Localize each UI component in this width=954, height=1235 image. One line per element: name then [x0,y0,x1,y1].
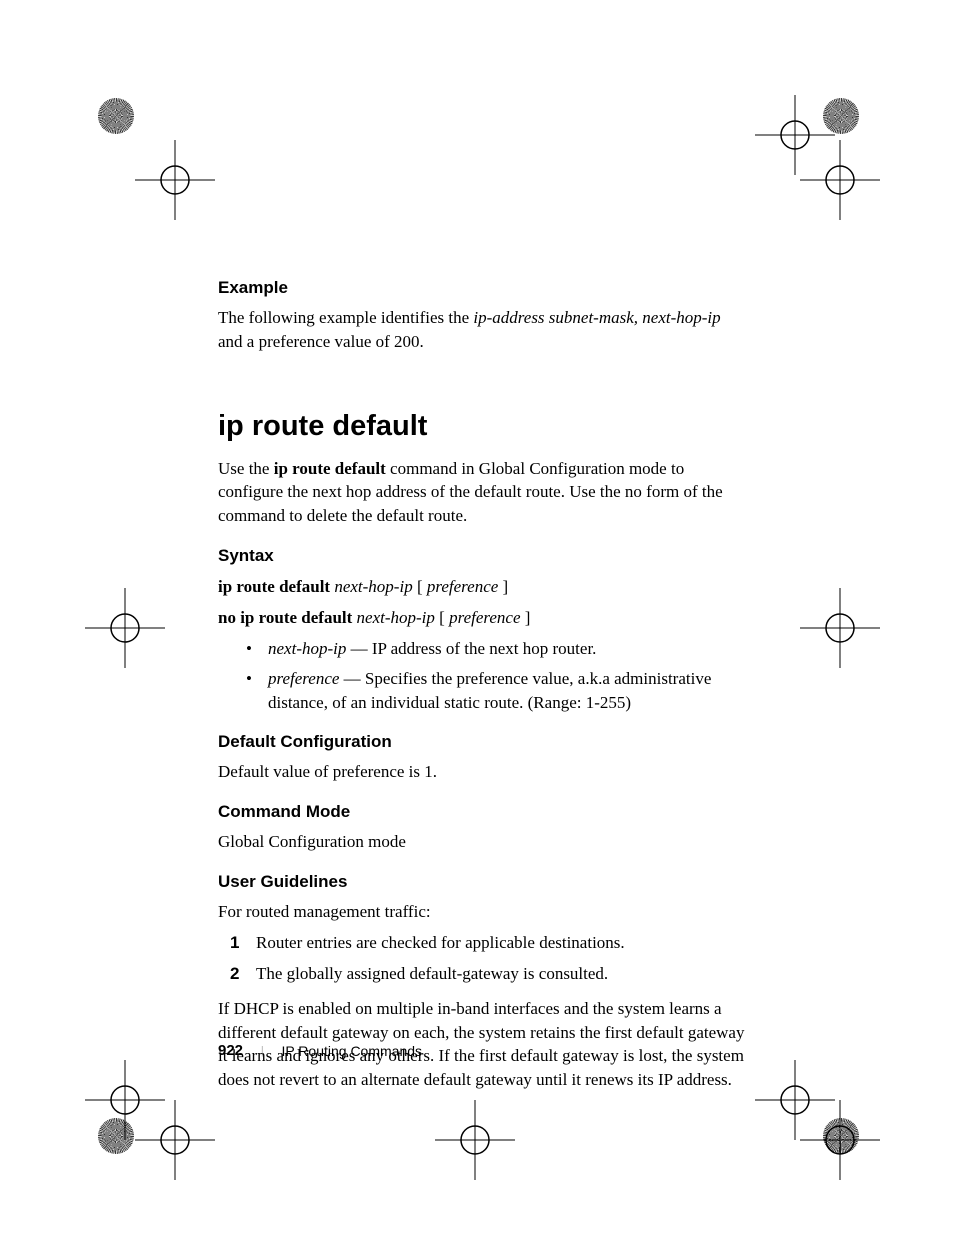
page-footer: 922 | IP Routing Commands [218,1042,422,1059]
text-bold: ip route default [218,577,334,596]
text-fragment: and a preference value of 200. [218,332,424,351]
crosshair-icon [85,588,165,668]
text-bold: no ip route default [218,608,357,627]
chapter-name: IP Routing Commands [281,1043,422,1059]
step-text: The globally assigned default-gateway is… [256,964,608,983]
registration-mark-icon [98,98,134,134]
text-fragment: [ [413,577,427,596]
text-fragment: Use the [218,459,274,478]
command-mode-heading: Command Mode [218,802,748,822]
default-config-heading: Default Configuration [218,732,748,752]
list-item: preference — Specifies the preference va… [218,667,748,715]
example-heading: Example [218,278,748,298]
page-number: 922 [218,1042,243,1059]
crosshair-icon [435,1100,515,1180]
text-fragment: [ [435,608,449,627]
step-number: 2 [230,961,239,987]
command-title: ip route default [218,410,748,443]
crosshair-icon [800,140,880,220]
text-fragment: The following example identifies the [218,308,473,327]
syntax-line: ip route default next-hop-ip [ preferenc… [218,574,748,600]
bullet-term: next-hop-ip [268,639,346,658]
text-italic: next-hop-ip [334,577,412,596]
footer-divider: | [261,1043,263,1058]
syntax-bullets: next-hop-ip — IP address of the next hop… [218,637,748,714]
bullet-desc: — IP address of the next hop router. [346,639,596,658]
text-italic: next-hop-ip [357,608,435,627]
user-guidelines-heading: User Guidelines [218,872,748,892]
command-mode-text: Global Configuration mode [218,830,748,854]
example-text: The following example identifies the ip-… [218,306,748,354]
crosshair-icon [135,140,215,220]
user-guidelines-intro: For routed management traffic: [218,900,748,924]
text-bold: ip route default [274,459,386,478]
step-number: 1 [230,930,239,956]
list-item: 1 Router entries are checked for applicab… [218,930,748,956]
user-guidelines-steps: 1 Router entries are checked for applicab… [218,930,748,987]
command-intro: Use the ip route default command in Glob… [218,457,748,528]
text-fragment: ] [521,608,531,627]
list-item: 2 The globally assigned default-gateway i… [218,961,748,987]
syntax-heading: Syntax [218,546,748,566]
crosshair-icon [135,1100,215,1180]
syntax-line: no ip route default next-hop-ip [ prefer… [218,605,748,631]
list-item: next-hop-ip — IP address of the next hop… [218,637,748,661]
text-fragment: ] [498,577,508,596]
default-config-text: Default value of preference is 1. [218,760,748,784]
bullet-term: preference [268,669,339,688]
crosshair-icon [800,588,880,668]
crosshair-icon [800,1100,880,1180]
text-italic: ip-address subnet-mask, next-hop-ip [473,308,720,327]
text-italic: preference [427,577,498,596]
step-text: Router entries are checked for applicabl… [256,933,625,952]
text-italic: preference [449,608,520,627]
page-content: Example The following example identifies… [218,260,748,1098]
